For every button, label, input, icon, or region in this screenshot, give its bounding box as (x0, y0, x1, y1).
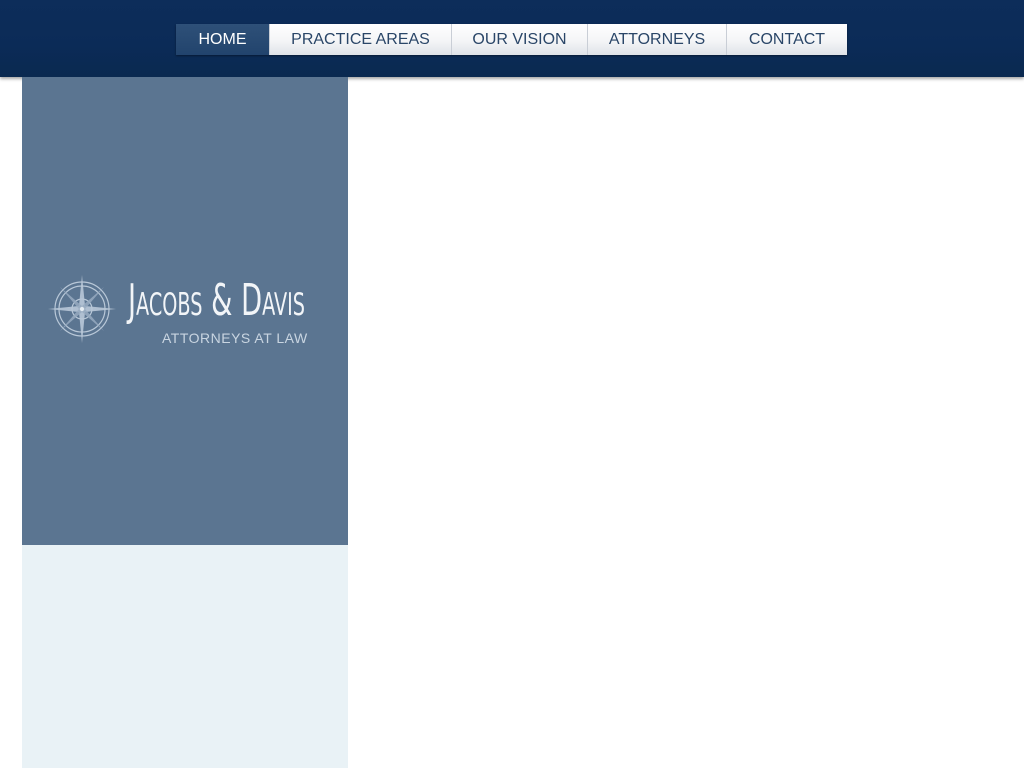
side-lower-panel (22, 545, 348, 768)
main-nav: HOME PRACTICE AREAS OUR VISION ATTORNEYS… (176, 24, 847, 55)
nav-item-attorneys[interactable]: ATTORNEYS (587, 24, 726, 55)
side-panel: Jacobs & Davis ATTORNEYS AT LAW (22, 77, 348, 545)
firm-name: Jacobs & Davis (128, 275, 306, 326)
firm-logo[interactable]: Jacobs & Davis ATTORNEYS AT LAW (46, 273, 346, 353)
nav-item-contact[interactable]: CONTACT (726, 24, 847, 55)
nav-item-home[interactable]: HOME (176, 24, 269, 55)
nav-item-our-vision[interactable]: OUR VISION (451, 24, 587, 55)
compass-rose-icon (48, 275, 116, 343)
firm-tagline: ATTORNEYS AT LAW (162, 330, 308, 346)
nav-item-practice-areas[interactable]: PRACTICE AREAS (269, 24, 451, 55)
header-bar: HOME PRACTICE AREAS OUR VISION ATTORNEYS… (0, 0, 1024, 77)
